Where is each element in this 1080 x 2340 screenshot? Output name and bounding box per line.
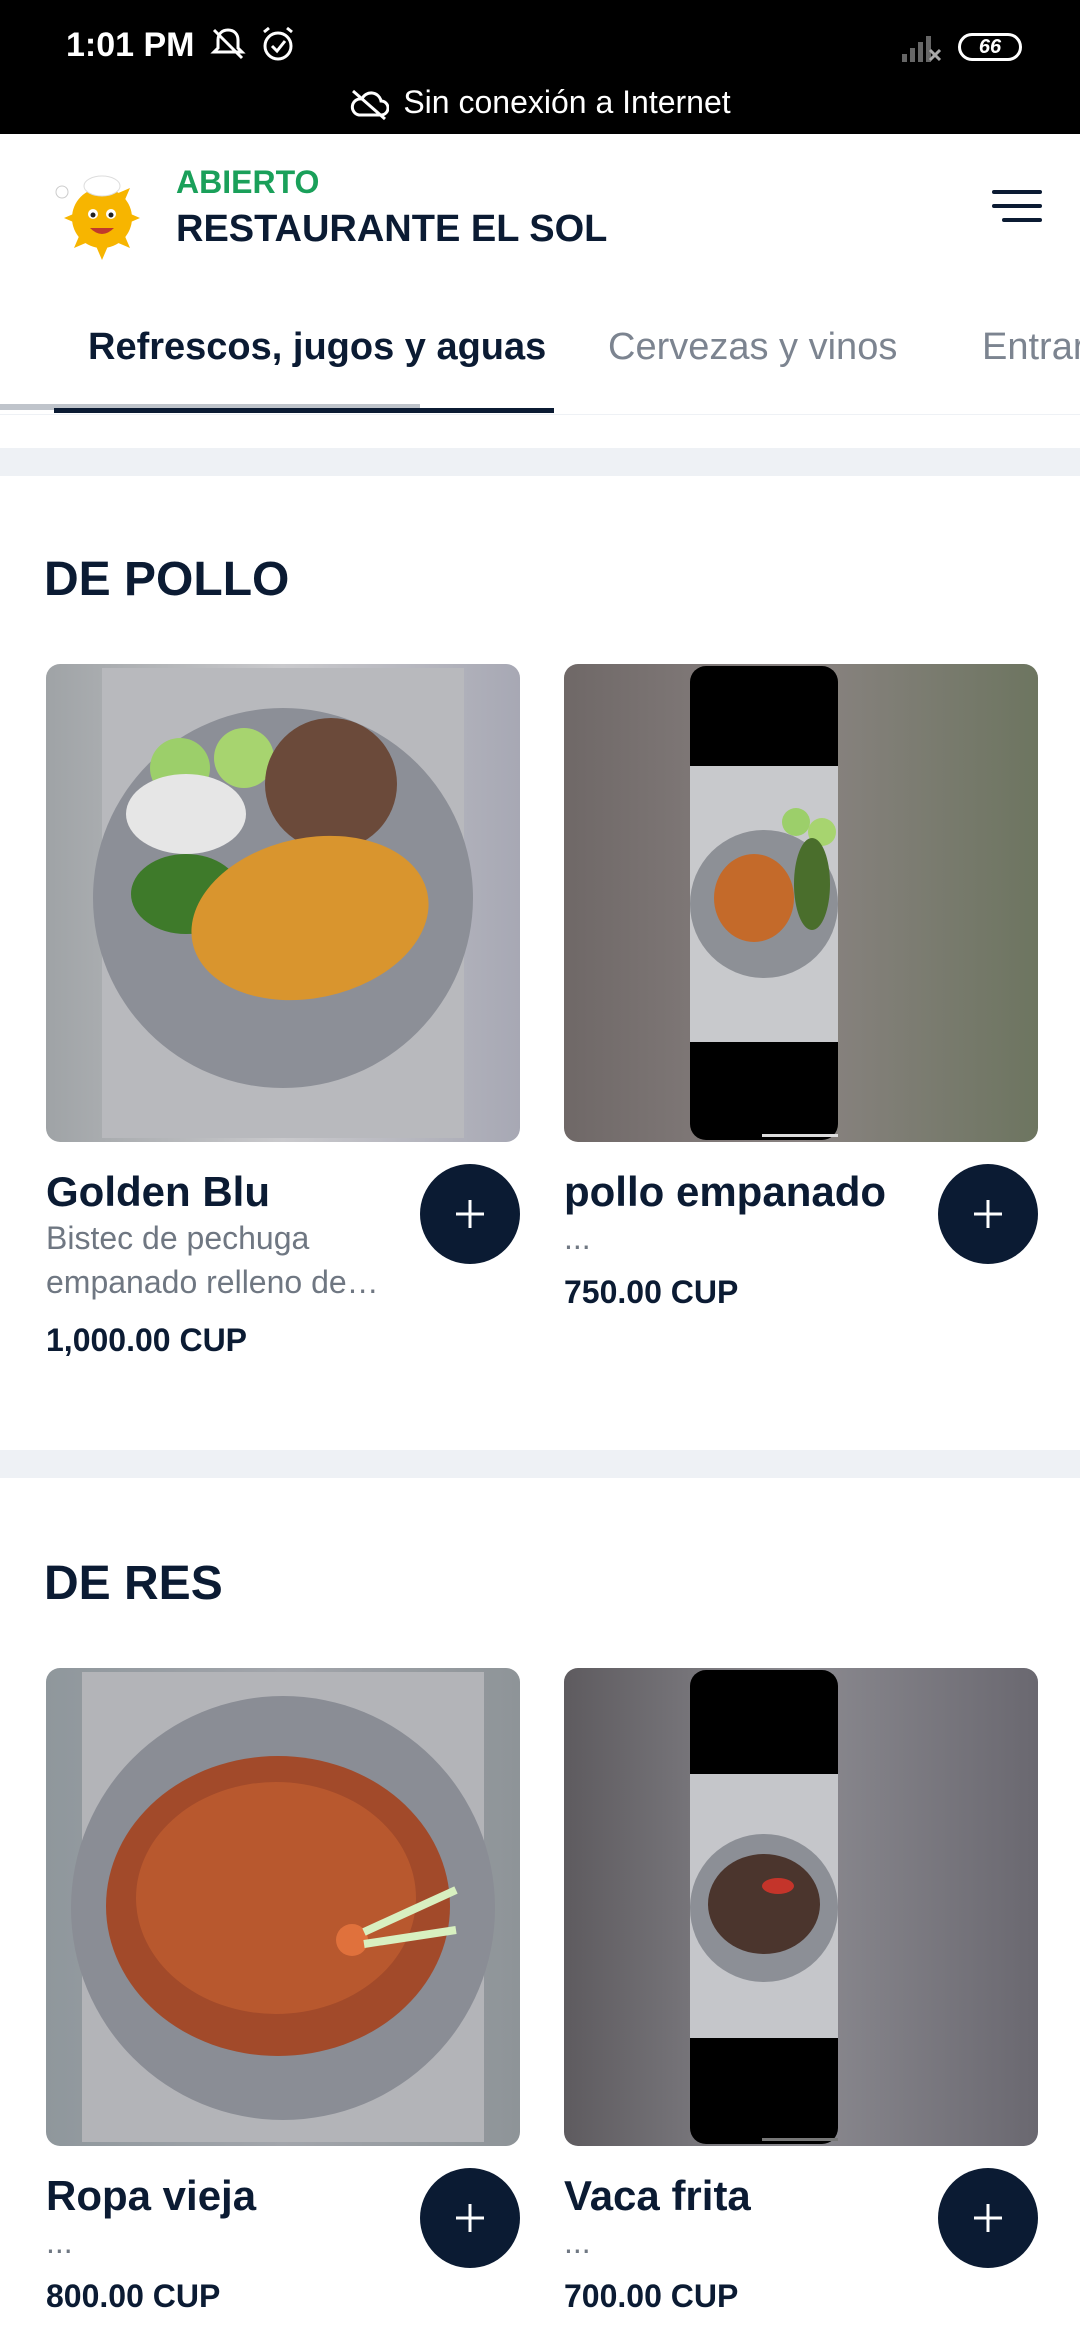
battery-indicator: 66: [958, 33, 1022, 61]
status-bar: 1:01 PM 66 Sin conexión a Internet: [0, 0, 1080, 134]
alarm-icon: [263, 26, 293, 61]
item-price: 1,000.00 CUP: [46, 1322, 248, 1358]
dish-image[interactable]: [46, 664, 520, 1142]
item-name: Golden Blu: [46, 1168, 270, 1215]
tab-cervezas[interactable]: Cervezas y vinos: [608, 326, 897, 369]
add-button[interactable]: [938, 1164, 1038, 1264]
section-title-res: DE RES: [44, 1557, 223, 1610]
item-description: Bistec de pechuga empanado relleno de…: [46, 1220, 379, 1300]
item-description: ...: [46, 2224, 73, 2260]
plus-icon: [974, 1200, 1002, 1228]
dish-image[interactable]: [564, 1668, 1038, 2146]
sun-chef-logo: [55, 175, 140, 260]
tab-entradas[interactable]: Entrar: [982, 326, 1080, 369]
restaurant-name: RESTAURANTE EL SOL: [176, 208, 608, 250]
item-description: ...: [564, 1220, 591, 1256]
item-description: ...: [564, 2224, 591, 2260]
open-status: ABIERTO: [176, 164, 320, 200]
offline-text: Sin conexión a Internet: [403, 84, 731, 120]
item-price: 750.00 CUP: [564, 1274, 739, 1310]
plus-icon: [456, 1200, 484, 1228]
dish-image[interactable]: [564, 664, 1038, 1142]
status-time: 1:01 PM: [66, 26, 195, 64]
add-button[interactable]: [938, 2168, 1038, 2268]
cloud-off-icon: [351, 89, 390, 120]
hamburger-menu-icon[interactable]: [986, 174, 1050, 238]
section-title-pollo: DE POLLO: [44, 553, 290, 606]
plus-icon: [456, 2204, 484, 2232]
section-divider: [0, 448, 1080, 476]
item-name: Vaca frita: [564, 2172, 751, 2219]
item-name: pollo empanado: [564, 1168, 887, 1215]
app-header: ABIERTO RESTAURANTE EL SOL: [0, 134, 1080, 286]
item-price: 800.00 CUP: [46, 2278, 221, 2314]
section-divider: [0, 1450, 1080, 1478]
active-tab-indicator: [54, 408, 554, 413]
offline-banner: Sin conexión a Internet: [0, 84, 1080, 121]
tab-refrescos[interactable]: Refrescos, jugos y aguas: [88, 326, 546, 369]
add-button[interactable]: [420, 2168, 520, 2268]
notifications-muted-icon: [210, 28, 246, 60]
item-name: Ropa vieja: [46, 2172, 257, 2219]
category-tabs: Refrescos, jugos y aguas Cervezas y vino…: [0, 286, 1080, 415]
dish-image[interactable]: [46, 1668, 520, 2146]
plus-icon: [974, 2204, 1002, 2232]
item-price: 700.00 CUP: [564, 2278, 739, 2314]
add-button[interactable]: [420, 1164, 520, 1264]
signal-off-icon: [902, 36, 942, 62]
